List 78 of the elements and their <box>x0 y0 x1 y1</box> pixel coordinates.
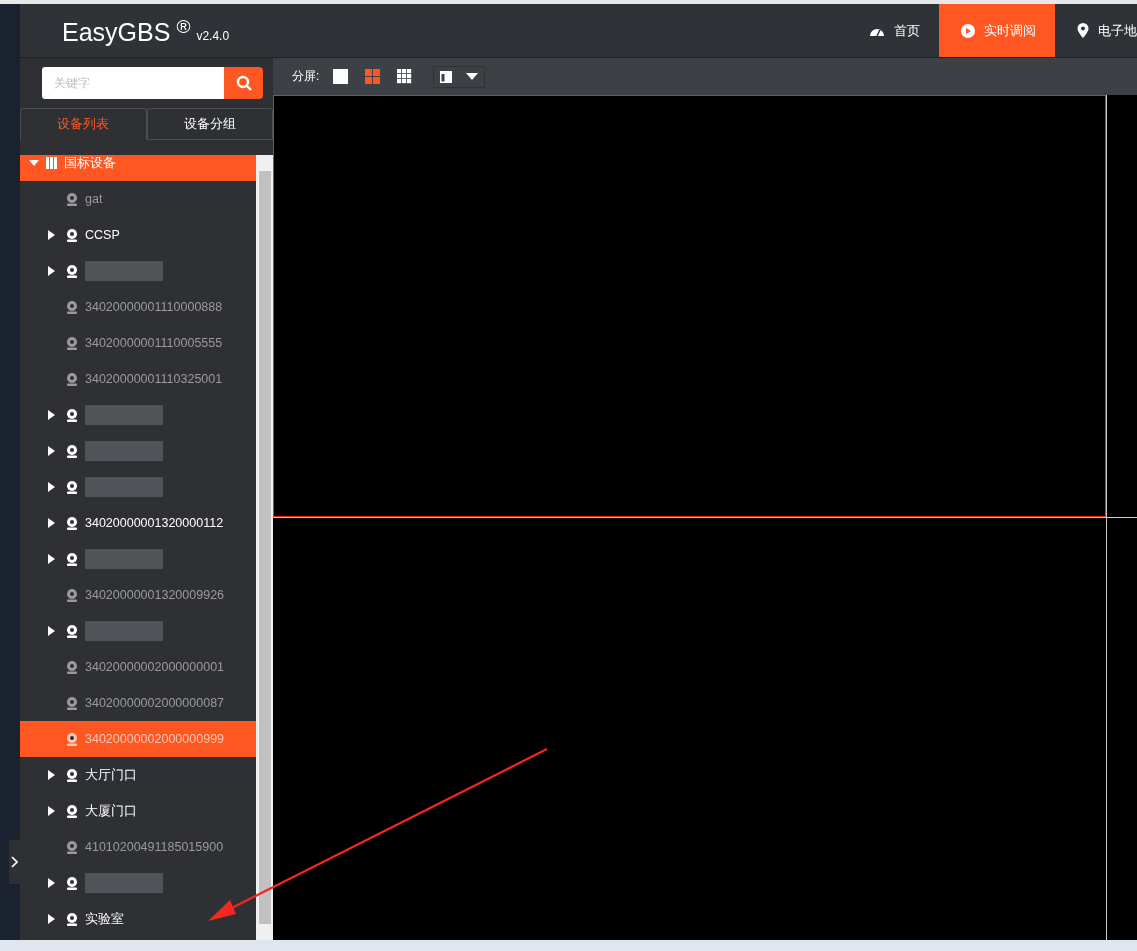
tree-item[interactable]: 大厦门口 <box>20 793 256 829</box>
tree-item[interactable]: 34020000001110005555 <box>20 325 256 361</box>
layout-dropdown[interactable] <box>433 65 486 88</box>
camera-icon <box>66 696 78 710</box>
video-cell[interactable] <box>1107 518 1137 940</box>
camera-icon <box>66 480 78 494</box>
camera-icon <box>66 552 78 566</box>
app-logo: EasyGBS <box>62 20 171 45</box>
grid-view-icon <box>365 68 381 84</box>
camera-icon <box>66 444 78 458</box>
camera-icon <box>66 840 78 854</box>
tree-item[interactable]: 34020000001320000112 <box>20 505 256 541</box>
camera-icon <box>66 732 78 746</box>
chevron-right-icon <box>11 856 18 868</box>
registered-mark: ® <box>176 16 191 38</box>
sidebar-tab[interactable]: 设备分组 <box>146 108 273 140</box>
play-icon <box>961 23 975 38</box>
caret-right-icon <box>47 554 57 564</box>
scrollbar[interactable] <box>256 155 273 940</box>
tree-node[interactable]: 国标设备 <box>20 155 256 181</box>
caret-right-icon <box>47 266 57 276</box>
tree-item[interactable]: 34020000002000000001 <box>20 649 256 685</box>
tree-item[interactable]: CCSP <box>20 217 256 253</box>
camera-icon <box>66 264 78 278</box>
split-option[interactable] <box>333 68 350 85</box>
video-cell[interactable] <box>1107 95 1137 517</box>
map-pin-icon <box>1077 23 1089 38</box>
caret-right-icon <box>47 230 57 240</box>
caret-right-icon <box>47 446 57 456</box>
camera-icon <box>66 192 78 206</box>
tree-item[interactable]: 41010200491185015900 <box>20 829 256 865</box>
camera-icon <box>66 804 78 818</box>
camera-icon <box>66 588 78 602</box>
caret-right-icon <box>47 410 57 420</box>
caret-right-icon <box>47 518 57 528</box>
tree-item[interactable]: 大厅门口 <box>20 757 256 793</box>
layout-icon <box>440 70 453 83</box>
camera-icon <box>66 768 78 782</box>
caret-right-icon <box>47 626 57 636</box>
tree-item[interactable]: 34020000001320009926 <box>20 577 256 613</box>
video-cell[interactable] <box>273 518 1106 940</box>
tree-item[interactable]: 34020000002000000087 <box>20 685 256 721</box>
tree-item[interactable]: gat <box>20 181 256 217</box>
tree-item[interactable]: 34020000001110000888 <box>20 289 256 325</box>
camera-icon <box>66 372 78 386</box>
camera-icon <box>66 300 78 314</box>
split-option[interactable] <box>397 68 414 85</box>
scrollbar-thumb[interactable] <box>258 171 271 924</box>
camera-icon <box>66 516 78 530</box>
caret-right-icon <box>47 914 57 924</box>
folder-icon <box>46 157 57 169</box>
split-label: 分屏: <box>292 68 320 85</box>
camera-icon <box>66 912 78 926</box>
sidebar-tab[interactable]: 设备列表 <box>20 108 147 140</box>
nav-tab[interactable]: 首页 <box>847 4 939 57</box>
nav-tab[interactable]: 电子地 <box>1055 4 1137 57</box>
camera-icon <box>66 660 78 674</box>
search-icon <box>235 75 252 91</box>
grid-view-icon <box>397 68 413 84</box>
search-field[interactable]: 关键字 <box>42 67 224 99</box>
caret-right-icon <box>47 770 57 780</box>
collapse-button[interactable] <box>9 840 20 884</box>
camera-icon <box>66 624 78 638</box>
search-button[interactable] <box>224 67 263 99</box>
caret-right-icon <box>47 806 57 816</box>
caret-right-icon <box>47 878 57 888</box>
version-label: v2.4.0 <box>196 29 230 43</box>
tree-item[interactable]: 实验室 <box>20 901 256 937</box>
tree-item[interactable]: 34020000001110325001 <box>20 361 256 397</box>
camera-icon <box>66 408 78 422</box>
video-cell[interactable] <box>273 95 1106 517</box>
caret-right-icon <box>47 482 57 492</box>
camera-icon <box>66 336 78 350</box>
camera-icon <box>66 876 78 890</box>
nav-tab[interactable]: 实时调阅 <box>939 4 1055 57</box>
single-view-icon <box>333 68 349 84</box>
camera-icon <box>66 228 78 242</box>
caret-down-icon <box>466 72 479 81</box>
